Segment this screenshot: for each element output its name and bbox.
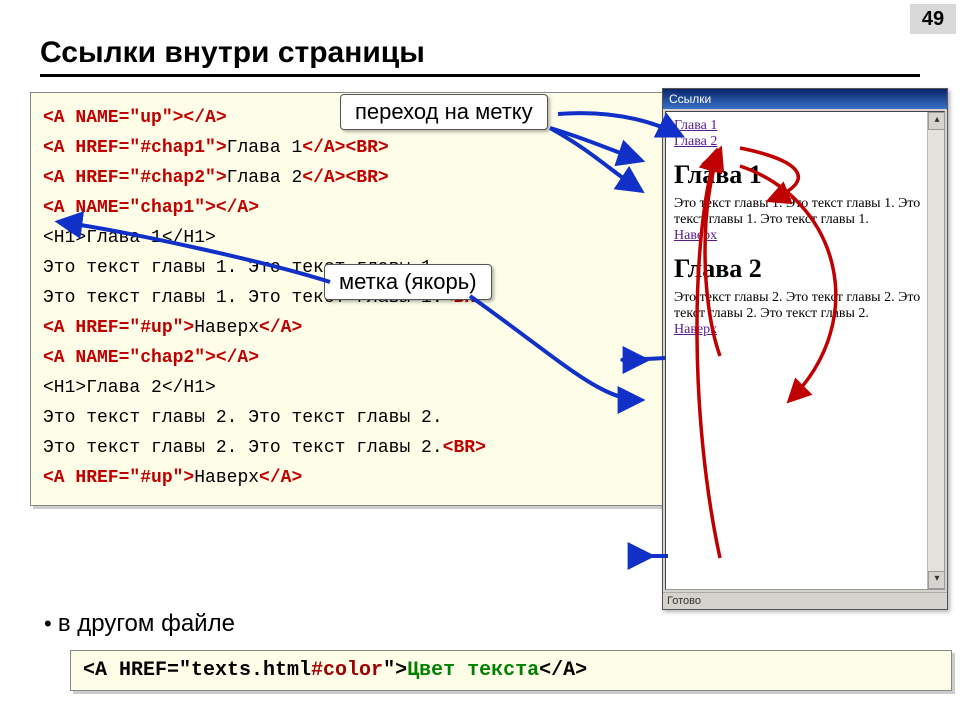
code-line: Наверх [194,318,259,338]
code-line: <A HREF="#up"> [43,468,194,488]
callout-goto-anchor: переход на метку [340,94,548,130]
code-line: Глава 1 [227,138,303,158]
code-line: Это текст главы 2. Это текст главы 2. [43,438,443,458]
bullet-other-file: в другом файле [44,610,235,638]
preview-body-chap2: Это текст главы 2. Это текст главы 2. Эт… [674,290,936,322]
browser-body: Глава 1 Глава 2 Глава 1 Это текст главы … [665,111,945,590]
code-line: </A> [259,318,302,338]
code-line: Глава 2 [227,168,303,188]
preview-link-up2[interactable]: Наверх [674,322,717,337]
code-box-otherfile: <A HREF="texts.html#color">Цвет текста</… [70,650,952,691]
code-line: <A HREF="#chap2"> [43,168,227,188]
preview-h1-chap2: Глава 2 [674,254,936,284]
code-line: <H1>Глава 1</H1> [43,228,216,248]
browser-titlebar: Ссылки [663,89,947,109]
code-fragment: #color [311,659,383,682]
page-title: Ссылки внутри страницы [40,36,920,77]
code-line: <A HREF="texts.html [83,659,311,682]
code-line: <A NAME="chap2"></A> [43,348,259,368]
preview-h1-chap1: Глава 1 [674,160,936,190]
code-line: </A><BR> [302,138,388,158]
code-line: <A NAME="up"></A> [43,108,227,128]
preview-link-chap1[interactable]: Глава 1 [674,118,717,133]
browser-statusbar: Готово [663,592,947,609]
preview-link-chap2[interactable]: Глава 2 [674,134,717,149]
code-line: Наверх [194,468,259,488]
preview-body-chap1: Это текст главы 1. Это текст главы 1. Эт… [674,196,936,228]
scrollbar[interactable]: ▴ ▾ [927,112,944,589]
code-line: <A HREF="#up"> [43,318,194,338]
code-line: <A NAME="chap1"></A> [43,198,259,218]
code-line: <H1>Глава 2</H1> [43,378,216,398]
preview-link-up1[interactable]: Наверх [674,228,717,243]
code-line: </A> [259,468,302,488]
code-line: "> [383,659,407,682]
code-line: <A HREF="#chap1"> [43,138,227,158]
code-line: </A><BR> [302,168,388,188]
code-line: <BR> [443,438,486,458]
page-number: 49 [910,4,956,34]
code-line: Это текст главы 2. Это текст главы 2. [43,408,443,428]
browser-preview: Ссылки Глава 1 Глава 2 Глава 1 Это текст… [662,88,948,610]
code-line: </A> [539,659,587,682]
scroll-down-icon[interactable]: ▾ [928,571,945,589]
code-link-text: Цвет текста [407,659,539,682]
scroll-up-icon[interactable]: ▴ [928,112,945,130]
callout-anchor: метка (якорь) [324,264,492,300]
